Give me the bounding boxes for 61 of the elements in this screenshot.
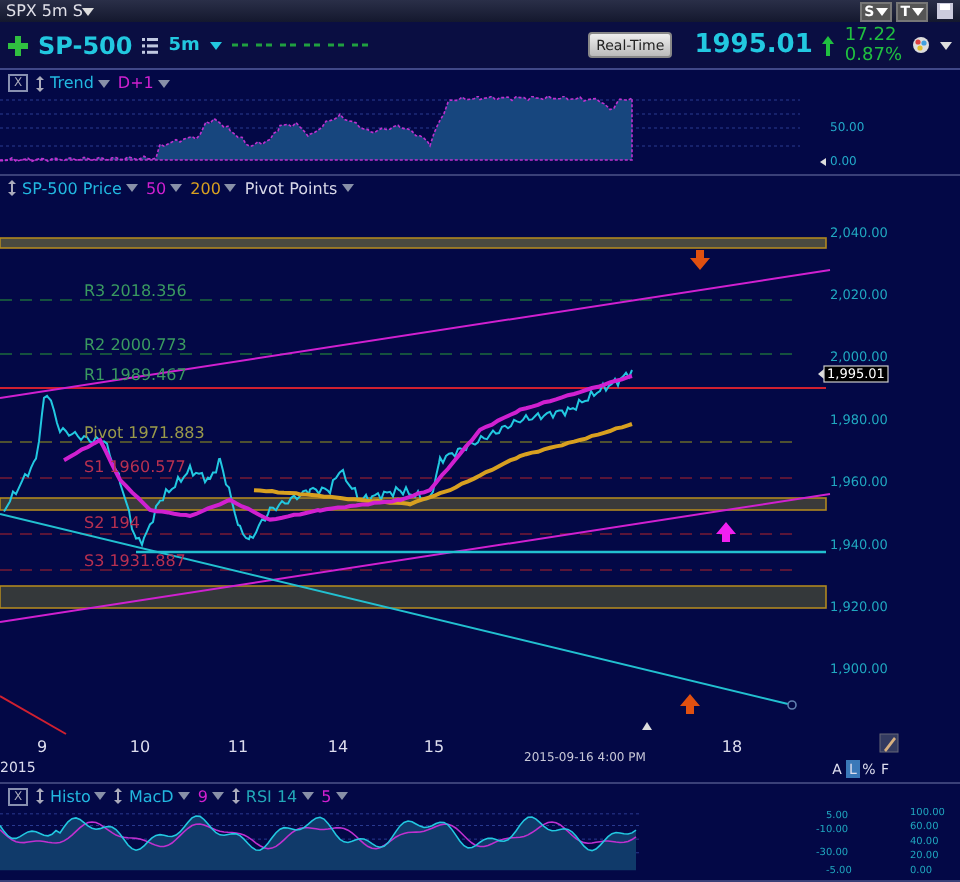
symbol-label: SP-500 — [38, 31, 133, 59]
study-label[interactable]: SP-500 Price — [8, 179, 122, 197]
line-handle[interactable] — [787, 700, 797, 710]
last-price: 1995.01 — [694, 30, 813, 60]
pivot-label: R3 2018.356 — [84, 282, 187, 301]
axis-label: 11 — [227, 738, 249, 757]
study-label[interactable]: Histo — [36, 787, 91, 805]
up-arrow-icon — [680, 694, 700, 714]
drag-handle-icon[interactable] — [36, 788, 44, 804]
study-label[interactable]: Pivot Points — [244, 179, 338, 197]
plus-icon[interactable] — [8, 35, 28, 55]
caret-icon — [82, 7, 95, 15]
caret-icon — [94, 792, 107, 800]
caret-icon — [97, 79, 110, 87]
up-arrow-icon — [716, 522, 736, 542]
list-icon[interactable] — [142, 37, 159, 53]
caret-icon — [301, 792, 314, 800]
pivot-label: Pivot 1971.883 — [84, 424, 205, 443]
study-label[interactable]: 5 — [321, 787, 332, 805]
down-arrow-icon — [690, 250, 710, 270]
dash-indicator-icon — [231, 42, 372, 48]
caret-icon — [125, 184, 138, 192]
caret-icon — [341, 184, 354, 192]
drag-handle-icon[interactable] — [36, 75, 44, 91]
marker-icon — [820, 158, 826, 166]
axis-label: 10 — [129, 738, 151, 757]
pivot-label: S3 1931.887 — [84, 552, 186, 571]
study-label[interactable]: 200 — [190, 179, 221, 197]
drag-handle-icon[interactable] — [8, 180, 16, 196]
study-label[interactable]: Trend — [36, 74, 94, 92]
study-label[interactable]: 9 — [197, 787, 208, 805]
caret-icon — [209, 41, 222, 49]
drag-handle-icon[interactable] — [231, 788, 240, 804]
caret-icon — [177, 792, 190, 800]
window-title: SPX 5m S — [6, 0, 83, 22]
drag-handle-icon[interactable] — [114, 788, 123, 804]
axis-label: 9 — [36, 738, 48, 757]
price-change: 17.22 — [844, 25, 899, 45]
axis-label: 15 — [423, 738, 445, 757]
study-label[interactable]: MacD — [114, 787, 174, 805]
interval-selector[interactable]: 5m — [168, 35, 200, 55]
study-label[interactable]: D+1 — [117, 74, 154, 92]
axis-label: 14 — [327, 738, 349, 757]
triangle-icon — [642, 722, 652, 730]
pivot-label: R2 2000.773 — [84, 336, 187, 355]
caret-icon — [170, 184, 183, 192]
study-label[interactable]: 50 — [145, 179, 167, 197]
caret-icon — [335, 792, 348, 800]
caret-icon — [224, 184, 237, 192]
study-label[interactable]: RSI 14 — [231, 787, 298, 805]
caret-icon — [157, 79, 170, 87]
caret-icon — [940, 41, 952, 49]
caret-icon — [876, 7, 889, 15]
color-wheel-icon[interactable] — [912, 36, 930, 54]
up-arrow-icon — [822, 35, 835, 55]
pencil-icon[interactable] — [879, 733, 899, 753]
caret-icon — [211, 792, 224, 800]
save-icon[interactable] — [936, 2, 954, 20]
percent-change: 0.87% — [844, 45, 902, 65]
axis-label: 18 — [721, 738, 743, 757]
caret-icon — [912, 7, 924, 15]
